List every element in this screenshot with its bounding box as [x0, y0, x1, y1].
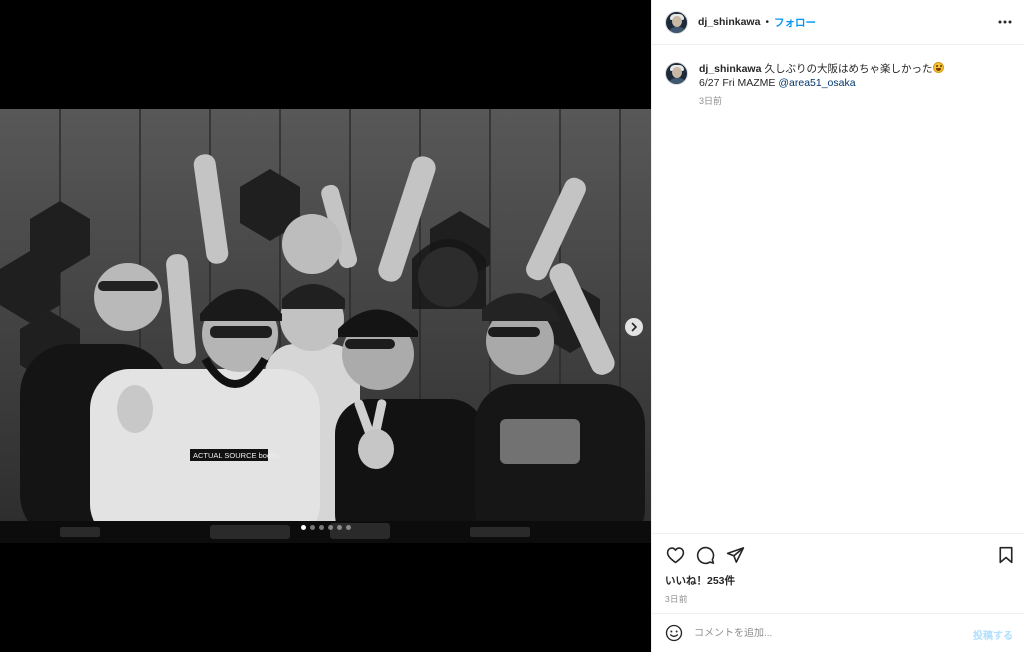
emoji-picker-button[interactable] [664, 623, 684, 643]
carousel-dots [0, 525, 651, 530]
post-actions: いいね！253件 3日前 [652, 533, 1024, 605]
caption-text: dj_shinkawa 久しぶりの大阪はめちゃ楽しかった 6/27 Fri MAZ… [699, 62, 945, 108]
avatar[interactable] [665, 62, 688, 85]
comment-bar: 投稿する [652, 613, 1024, 652]
heart-icon [666, 547, 684, 564]
carousel-dot[interactable] [336, 525, 342, 530]
post-timestamp[interactable]: 3日前 [652, 593, 1024, 605]
post-caption: dj_shinkawa 久しぶりの大阪はめちゃ楽しかった 6/27 Fri MAZ… [665, 62, 1015, 108]
shirt-print-text: ACTUAL SOURCE books [193, 451, 279, 460]
follow-button[interactable]: フォロー [774, 15, 816, 30]
carousel-dot[interactable] [345, 525, 351, 530]
post-photo: ACTUAL SOURCE books [0, 109, 651, 543]
carousel-dot[interactable] [327, 525, 333, 530]
carousel-next-button[interactable] [625, 318, 643, 336]
post-comment-button[interactable]: 投稿する [973, 627, 1013, 642]
post-media: ACTUAL SOURCE books [0, 0, 651, 652]
smiley-icon [665, 624, 683, 642]
carousel-dot[interactable] [300, 525, 306, 530]
post-header: dj_shinkawa • フォロー [652, 0, 1024, 45]
comment-button[interactable] [694, 544, 716, 566]
more-horizontal-icon [998, 20, 1012, 24]
more-options-button[interactable] [997, 14, 1013, 30]
send-icon [726, 547, 744, 563]
comment-icon [696, 546, 714, 564]
username-link[interactable]: dj_shinkawa [698, 16, 760, 28]
action-icon-row [652, 544, 1024, 566]
separator-dot: • [765, 16, 769, 28]
bookmark-icon [999, 546, 1013, 564]
mention-link[interactable]: @area51_osaka [778, 77, 855, 89]
post-side-panel: dj_shinkawa • フォロー dj_shinkawa 久しぶりの大阪はめち… [651, 0, 1024, 652]
save-button[interactable] [995, 544, 1017, 566]
carousel-dot[interactable] [309, 525, 315, 530]
caption-line2: 6/27 Fri MAZME [699, 77, 779, 89]
chevron-right-icon [631, 322, 637, 332]
caption-timestamp[interactable]: 3日前 [699, 94, 944, 108]
share-button[interactable] [724, 544, 746, 566]
grinning-emoji-icon [933, 62, 945, 73]
carousel-dot[interactable] [318, 525, 324, 530]
avatar[interactable] [665, 10, 688, 34]
like-button[interactable] [664, 544, 686, 566]
caption-username-link[interactable]: dj_shinkawa [699, 63, 761, 75]
comment-input[interactable] [694, 627, 964, 639]
likes-count[interactable]: いいね！253件 [652, 573, 1024, 588]
group-photo-image: ACTUAL SOURCE books [0, 109, 651, 543]
instagram-post-modal: ACTUAL SOURCE books dj_shinkawa • フォロー d… [0, 0, 1024, 652]
caption-line1: 久しぶりの大阪はめちゃ楽しかった [764, 63, 933, 75]
